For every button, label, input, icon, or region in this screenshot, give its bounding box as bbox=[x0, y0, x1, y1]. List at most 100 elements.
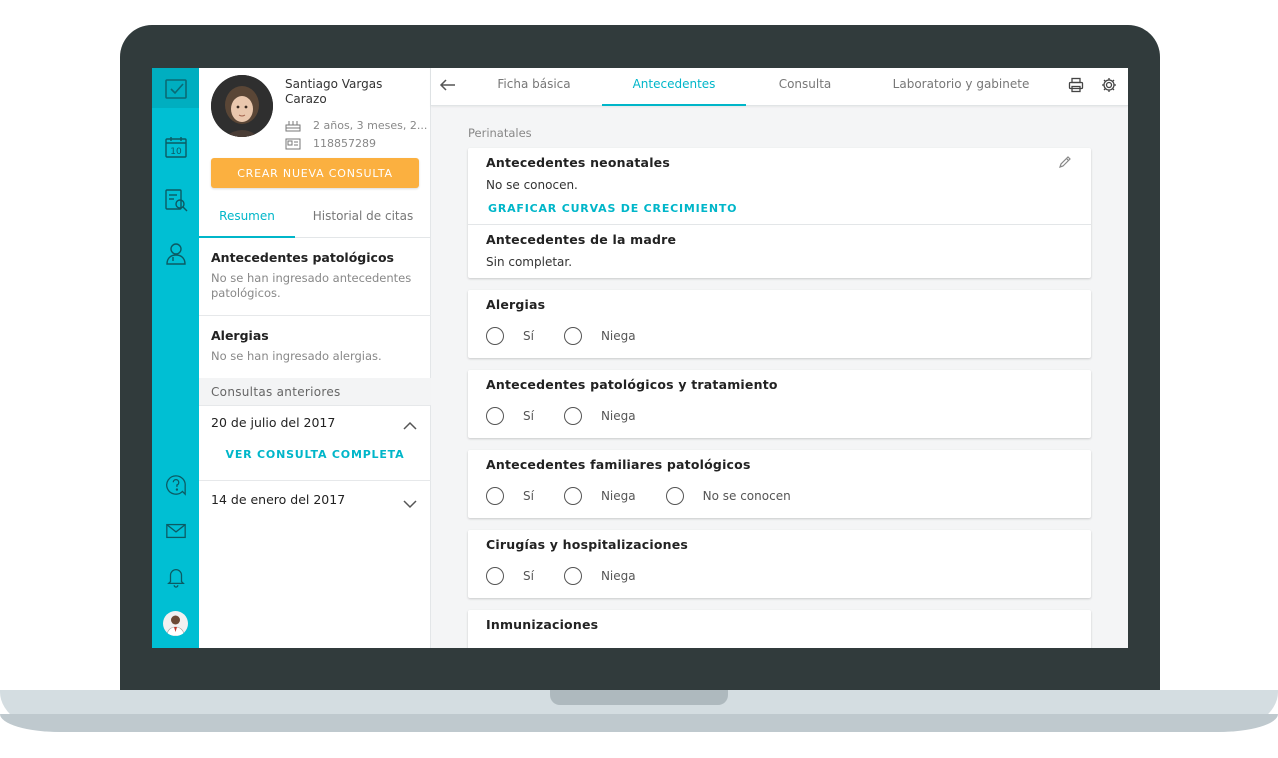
neonatales-text: No se conocen. bbox=[486, 178, 578, 192]
radio-label: Niega bbox=[600, 329, 636, 343]
messages-nav[interactable] bbox=[152, 514, 199, 548]
summary-alergias-text: No se han ingresado alergias. bbox=[211, 349, 382, 363]
tab-ficha-basica[interactable]: Ficha básica bbox=[481, 68, 587, 106]
radio-circle bbox=[563, 407, 582, 425]
growth-curves-link[interactable]: GRAFICAR CURVAS DE CRECIMIENTO bbox=[488, 202, 737, 215]
patient-name: Santiago Vargas Carazo bbox=[285, 77, 383, 106]
stage: 10 Santiago Vargas Carazo 2 años, 3 mese… bbox=[0, 0, 1278, 758]
gear-icon bbox=[1102, 78, 1116, 92]
tab-resumen[interactable]: Resumen bbox=[199, 198, 295, 238]
user-avatar[interactable] bbox=[163, 611, 188, 636]
radio-label: No se conocen bbox=[702, 489, 791, 503]
radio-circle bbox=[486, 407, 504, 425]
back-button[interactable] bbox=[439, 77, 457, 96]
summary-alergias-title: Alergias bbox=[211, 328, 269, 343]
cirugias-options: Sí Niega bbox=[486, 567, 666, 585]
icon-rail: 10 bbox=[152, 68, 199, 648]
previous-consultations-label: Consultas anteriores bbox=[199, 378, 431, 406]
calendar-day: 10 bbox=[170, 147, 182, 157]
pencil-icon bbox=[1059, 156, 1071, 168]
alergias-niega-radio[interactable]: Niega bbox=[563, 327, 636, 345]
user-avatar-icon bbox=[166, 615, 185, 636]
laptop-base-edge bbox=[0, 714, 1278, 732]
consultation-date-2[interactable]: 14 de enero del 2017 bbox=[211, 492, 345, 507]
calendar-icon: 10 bbox=[164, 137, 187, 158]
consultation-date-1[interactable]: 20 de julio del 2017 bbox=[211, 415, 335, 430]
antecedentes-content: Perinatales Antecedentes neonatales No s… bbox=[431, 106, 1128, 648]
summary-patologicos-text: No se han ingresado antecedentes patológ… bbox=[211, 271, 412, 300]
cirugias-card: Cirugías y hospitalizaciones Sí Niega bbox=[468, 530, 1091, 598]
records-nav[interactable] bbox=[152, 183, 199, 217]
logo[interactable] bbox=[152, 68, 199, 108]
check-logo-icon bbox=[164, 79, 187, 99]
neonatales-title: Antecedentes neonatales bbox=[486, 155, 670, 170]
familiares-card: Antecedentes familiares patológicos Sí N… bbox=[468, 450, 1091, 518]
printer-icon bbox=[1068, 77, 1084, 93]
alergias-si-radio[interactable]: Sí bbox=[486, 327, 534, 345]
patient-id: 118857289 bbox=[313, 137, 376, 150]
notifications-nav[interactable] bbox=[152, 560, 199, 594]
bell-icon bbox=[166, 569, 185, 588]
tab-consulta[interactable]: Consulta bbox=[761, 68, 849, 106]
tab-laboratorio-gabinete[interactable]: Laboratorio y gabinete bbox=[871, 68, 1051, 106]
cirugias-title: Cirugías y hospitalizaciones bbox=[486, 537, 689, 552]
settings-button[interactable] bbox=[1101, 77, 1117, 97]
patient-sidebar: Santiago Vargas Carazo 2 años, 3 meses, … bbox=[199, 68, 431, 648]
arrow-left-icon bbox=[439, 79, 455, 91]
patient-photo bbox=[211, 75, 273, 137]
edit-neonatales-button[interactable] bbox=[1058, 154, 1072, 173]
inmunizaciones-card: Inmunizaciones bbox=[468, 610, 1091, 648]
familiares-title: Antecedentes familiares patológicos bbox=[486, 457, 751, 472]
tab-antecedentes[interactable]: Antecedentes bbox=[602, 68, 746, 106]
radio-circle bbox=[563, 327, 582, 345]
alergias-title: Alergias bbox=[486, 297, 546, 312]
patologicos-title: Antecedentes patológicos y tratamiento bbox=[486, 377, 778, 392]
doctor-icon bbox=[165, 243, 186, 265]
help-icon bbox=[165, 475, 186, 496]
cirugias-niega-radio[interactable]: Niega bbox=[563, 567, 636, 585]
patologicos-si-radio[interactable]: Sí bbox=[486, 407, 534, 425]
patient-id-row: 118857289 bbox=[285, 137, 376, 150]
alergias-options: Sí Niega bbox=[486, 327, 666, 345]
patologicos-card: Antecedentes patológicos y tratamiento S… bbox=[468, 370, 1091, 438]
chevron-up-icon bbox=[403, 421, 417, 430]
alergias-card: Alergias Sí Niega bbox=[468, 290, 1091, 358]
calendar-nav[interactable]: 10 bbox=[152, 130, 199, 164]
radio-circle bbox=[665, 487, 684, 505]
radio-circle bbox=[563, 487, 582, 505]
sidebar-tabs: Resumen Historial de citas bbox=[199, 198, 431, 238]
create-consultation-button[interactable]: CREAR NUEVA CONSULTA bbox=[211, 158, 419, 188]
radio-label: Sí bbox=[523, 569, 534, 583]
perinatales-card: Antecedentes neonatales No se conocen. G… bbox=[468, 148, 1091, 278]
app-screen: 10 Santiago Vargas Carazo 2 años, 3 mese… bbox=[152, 68, 1128, 648]
divider bbox=[199, 480, 431, 481]
summary-patologicos-title: Antecedentes patológicos bbox=[211, 250, 394, 265]
chevron-down-icon bbox=[403, 500, 417, 509]
radio-circle bbox=[486, 567, 504, 585]
top-navigation: Ficha básica Antecedentes Consulta Labor… bbox=[431, 68, 1128, 106]
help-nav[interactable] bbox=[152, 468, 199, 502]
tab-historial-citas[interactable]: Historial de citas bbox=[303, 198, 423, 238]
patologicos-niega-radio[interactable]: Niega bbox=[563, 407, 636, 425]
section-perinatales: Perinatales bbox=[468, 126, 532, 140]
divider bbox=[468, 224, 1091, 225]
patologicos-options: Sí Niega bbox=[486, 407, 666, 425]
radio-circle bbox=[486, 487, 504, 505]
radio-circle bbox=[486, 327, 504, 345]
patient-age: 2 años, 3 meses, 2... bbox=[313, 118, 428, 132]
patient-age-row: 2 años, 3 meses, 2... bbox=[285, 118, 427, 132]
familiares-niega-radio[interactable]: Niega bbox=[563, 487, 636, 505]
radio-label: Sí bbox=[523, 329, 534, 343]
cirugias-si-radio[interactable]: Sí bbox=[486, 567, 534, 585]
madre-text: Sin completar. bbox=[486, 255, 573, 269]
familiares-no-conocen-radio[interactable]: No se conocen bbox=[665, 487, 791, 505]
view-full-consultation-link[interactable]: VER CONSULTA COMPLETA bbox=[199, 448, 431, 461]
familiares-si-radio[interactable]: Sí bbox=[486, 487, 534, 505]
records-search-icon bbox=[164, 189, 187, 212]
id-card-icon bbox=[285, 138, 301, 149]
print-button[interactable] bbox=[1068, 77, 1084, 97]
collapse-consultation-1[interactable] bbox=[403, 416, 417, 435]
doctor-nav[interactable] bbox=[152, 236, 199, 270]
expand-consultation-2[interactable] bbox=[403, 494, 417, 513]
radio-label: Sí bbox=[523, 489, 534, 503]
